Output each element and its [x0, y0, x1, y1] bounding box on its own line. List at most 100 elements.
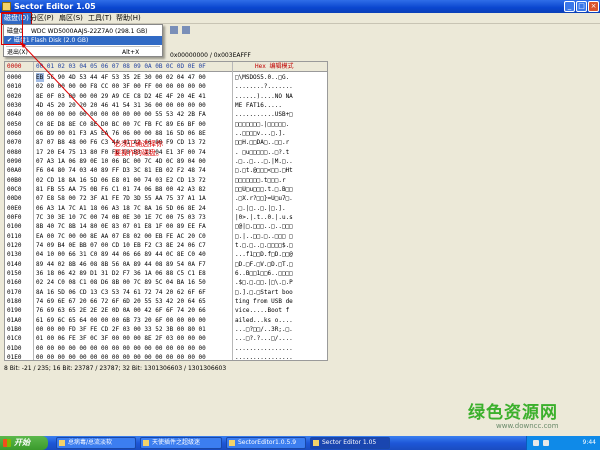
hex-row[interactable]: 01A0 61 69 6C 65 64 00 00 00 6B 73 20 6F … [5, 316, 327, 325]
row-offset: 00D0 [7, 195, 22, 203]
hex-row[interactable]: 00D0 07 E8 58 00 72 3F A1 FE 7D 3D 55 AA … [5, 194, 327, 203]
dropdown-item-value: WDC WD5000AAJS-22Z7A0 (298.1 GB) [31, 28, 148, 35]
row-ascii: □D.□F.□V.□D.□T.□ [235, 260, 293, 268]
header-ascii-mode: Hex 编辑模式 [255, 63, 294, 70]
row-ascii: .□X.r?□□}=U□u7□. [235, 195, 293, 203]
hex-row[interactable]: 0010 02 00 00 00 00 F8 CC 00 3F 00 FF 00 … [5, 82, 327, 91]
taskbar-item-active[interactable]: Sector Editor 1.05 [310, 437, 390, 449]
hex-row[interactable]: 0040 00 00 00 00 00 00 00 00 00 00 00 55 … [5, 110, 327, 119]
hex-row[interactable]: 0120 74 09 B4 0E BB 07 00 CD 10 EB F2 C3 … [5, 241, 327, 250]
hex-row[interactable]: 0100 8B 40 7C 8B 14 80 0E 83 07 01 E8 1F … [5, 222, 327, 231]
hex-row[interactable]: 0140 89 44 02 8B 46 08 8B 56 0A 89 44 08 … [5, 260, 327, 269]
row-hex-bytes: 00 00 00 00 00 00 00 00 00 00 00 55 53 4… [36, 111, 206, 119]
hex-row[interactable]: 0190 76 69 63 65 2E 2E 2E 0D 0A 00 42 6F … [5, 306, 327, 315]
row-offset: 01B0 [7, 325, 22, 333]
row-offset: 00E0 [7, 204, 22, 212]
row-hex-bytes: C0 8E D8 8E C0 8E D0 BC 00 7C FB FC 89 E… [36, 120, 206, 128]
hex-row[interactable]: 01E0 00 00 00 00 00 00 00 00 00 00 00 00 … [5, 353, 327, 361]
hex-row[interactable]: 0110 EA 00 7C 00 00 8E AA 07 E8 02 00 EB … [5, 232, 327, 241]
row-ascii: ........?....... [235, 83, 293, 91]
row-ascii: ..□□□□v...□.]. [235, 129, 286, 137]
hex-row[interactable]: 00E0 06 A3 1A 7C A1 18 06 A3 18 7C 8A 16 … [5, 204, 327, 213]
hex-row[interactable]: 00B0 02 CD 18 8A 16 5D 06 E8 01 00 74 03 … [5, 176, 327, 185]
row-offset: 00B0 [7, 176, 22, 184]
toolbar-open-icon[interactable] [170, 26, 178, 34]
hex-row[interactable]: 0050 C0 8E D8 8E C0 8E D0 BC 00 7C FB FC … [5, 120, 327, 129]
annotation-text: 必须正确选择你 要操作的磁盘。 [114, 140, 163, 158]
hex-row[interactable]: 00F0 7C 30 3E 10 7C 00 74 0B 0E 30 1E 7C … [5, 213, 327, 222]
row-ascii: ...f1□□D.f□D.□□@ [235, 251, 293, 259]
row-ascii: □.□t.@□□□<□□.□Ht [235, 167, 293, 175]
menu-help[interactable]: 帮助(H) [114, 13, 143, 24]
dropdown-item-exit[interactable]: 退出(X) Alt+X [4, 48, 162, 57]
taskbar: 开始 总病毒/总流淡软 天使插件之超级迷 SectorEditor1.0.5.9… [0, 436, 600, 450]
status-line: 8 Bit: -21 / 235; 16 Bit: 23787 / 23787;… [4, 365, 227, 372]
hex-row[interactable]: 0070 87 07 B8 48 00 F6 C3 44 41 A2 C6 00 … [5, 138, 327, 147]
row-ascii: □.].□.□Start boo [235, 288, 293, 296]
row-ascii: ...□?.?...□/.... [235, 335, 293, 343]
hex-row[interactable]: 0030 4D 45 20 20 20 20 46 41 54 31 36 00 … [5, 101, 327, 110]
annotation-line: 要操作的磁盘。 [114, 149, 163, 157]
hex-row[interactable]: 0000 EB 5C 90 4D 53 44 4F 53 35 2E 30 00 … [5, 73, 327, 82]
row-hex-bytes: 89 44 02 8B 46 08 8B 56 0A 89 44 08 89 5… [36, 260, 206, 268]
minimize-button[interactable]: _ [564, 1, 575, 12]
hex-row[interactable]: 0060 06 B9 00 01 F3 A5 EA 76 06 00 00 88 … [5, 129, 327, 138]
dropdown-item-shortcut: Alt+X [122, 49, 140, 56]
hex-row[interactable]: 00C0 81 FB 55 AA 75 0B F6 C1 01 74 06 B8 … [5, 185, 327, 194]
hex-row[interactable]: 0160 02 24 C0 08 C1 08 D6 8B 00 7C 89 5C … [5, 278, 327, 287]
menu-tools[interactable]: 工具(T) [86, 13, 114, 24]
row-ascii: ...□?□□/..3R;.□. [235, 325, 293, 333]
folder-icon [229, 440, 235, 446]
hex-row[interactable]: 01D0 00 00 00 00 00 00 00 00 00 00 00 00 … [5, 344, 327, 353]
hex-row[interactable]: 0130 04 10 00 66 31 C0 89 44 06 66 89 44 … [5, 250, 327, 259]
row-hex-bytes: 7C 30 3E 10 7C 00 74 0B 0E 30 1E 7C 00 7… [36, 213, 206, 221]
dropdown-item-disk1[interactable]: ✔ 磁盘1 Flash Disk (2.0 GB) [4, 36, 162, 45]
row-ascii: □□U□u□□□.t.□.B□□ [235, 185, 293, 193]
hex-row[interactable]: 0180 74 69 6E 67 20 66 72 6F 6D 20 55 53 … [5, 297, 327, 306]
hex-row[interactable]: 0150 36 18 06 42 89 D1 31 D2 F7 36 1A 06 … [5, 269, 327, 278]
hex-row[interactable]: 0170 8A 16 5D 06 CD 13 C3 53 74 61 72 74 … [5, 288, 327, 297]
windows-logo-icon [3, 439, 11, 447]
row-hex-bytes: 76 69 63 65 2E 2E 2E 0D 0A 00 42 6F 6F 7… [36, 307, 206, 315]
maximize-button[interactable]: □ [576, 1, 587, 12]
hex-row[interactable]: 0080 17 20 E4 75 13 80 F0 F6 E0 B3 11 04 … [5, 148, 327, 157]
row-offset: 01E0 [7, 353, 22, 361]
row-ascii: .□.|□..□.|□.]. [235, 204, 286, 212]
row-ascii: t.□.□..□.□□□□$.□ [235, 241, 293, 249]
menu-sector[interactable]: 扇区(S) [57, 13, 85, 24]
title-bar: Sector Editor 1.05 _ □ × [0, 0, 600, 13]
hex-editor-panel[interactable]: 0000 00 01 02 03 04 05 06 07 08 09 0A 0B… [4, 61, 328, 361]
menu-partition[interactable]: 分区(P) [28, 13, 56, 24]
row-hex-bytes: F6 04 80 74 03 40 89 FF D3 3C 81 EB 02 F… [36, 167, 206, 175]
hex-row[interactable]: 00A0 F6 04 80 74 03 40 89 FF D3 3C 81 EB … [5, 166, 327, 175]
row-offset: 01A0 [7, 316, 22, 324]
row-hex-bytes: EB 5C 90 4D 53 44 4F 53 35 2E 30 00 02 0… [36, 74, 206, 81]
taskbar-item[interactable]: 天使插件之超级迷 [140, 437, 222, 449]
row-ascii: □\MSDOS5.0..□G. [235, 74, 290, 81]
toolbar-save-icon[interactable] [182, 26, 190, 34]
volume-icon[interactable] [543, 440, 549, 446]
row-offset: 00A0 [7, 167, 22, 175]
row-offset: 0170 [7, 288, 22, 296]
row-ascii: □□□□□□□.|□□□□□. [235, 120, 290, 128]
row-offset: 0160 [7, 279, 22, 287]
disk-dropdown-menu: 磁盘0 WDC WD5000AAJS-22Z7A0 (298.1 GB) ✔ 磁… [3, 24, 163, 57]
row-offset: 0140 [7, 260, 22, 268]
hex-row[interactable]: 01B0 00 00 00 FD 3F FE CD 2F 03 00 33 52 … [5, 325, 327, 334]
system-tray: 9:44 [526, 436, 600, 450]
dropdown-item-disk0[interactable]: 磁盘0 WDC WD5000AAJS-22Z7A0 (298.1 GB) [4, 27, 162, 36]
row-offset: 01C0 [7, 335, 22, 343]
taskbar-item[interactable]: SectorEditor1.0.5.9 [226, 437, 306, 449]
start-label: 开始 [14, 438, 30, 447]
row-ascii: 6..B□□1□□6..□□□□ [235, 269, 293, 277]
hex-row[interactable]: 0090 07 A3 1A 06 89 0E 10 06 BC 00 7C 4D … [5, 157, 327, 166]
window-title: Sector Editor 1.05 [14, 2, 96, 11]
close-button[interactable]: × [588, 1, 599, 12]
network-icon[interactable] [533, 440, 539, 446]
taskbar-item[interactable]: 总病毒/总流淡软 [56, 437, 136, 449]
start-button[interactable]: 开始 [0, 436, 48, 450]
row-offset: 00F0 [7, 213, 22, 221]
row-ascii: ting from USB de [235, 297, 293, 305]
hex-row[interactable]: 01C0 01 00 06 FE 3F 0C 3F 00 00 00 8E 2F … [5, 334, 327, 343]
hex-row[interactable]: 0020 8E 0F 03 00 00 00 29 A9 CE C8 D2 4E … [5, 92, 327, 101]
